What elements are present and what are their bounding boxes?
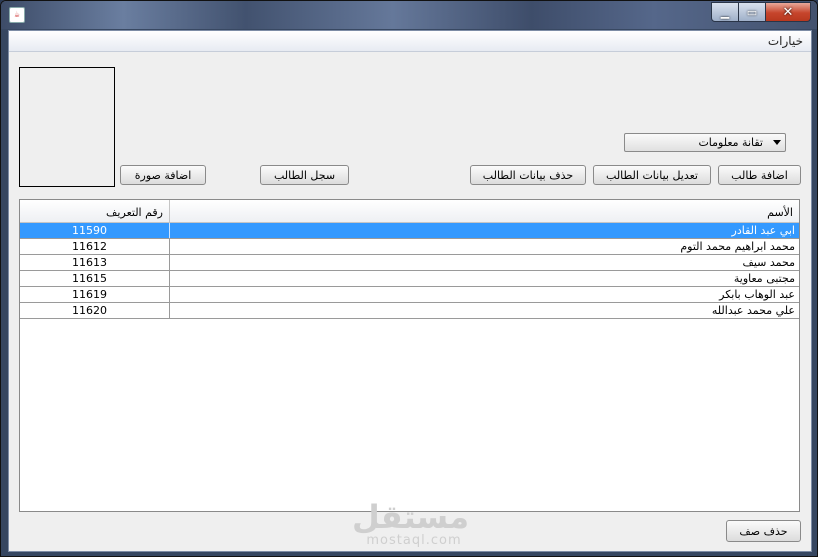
edit-student-button[interactable]: تعديل بيانات الطالب: [593, 165, 711, 185]
app-window: ☕ ▁ ▭ ✕ خيارات اضافة صورة سجل الطالب حذف…: [0, 0, 818, 557]
column-header-id[interactable]: رقم التعريف: [20, 200, 170, 222]
department-select[interactable]: تقانة معلومات: [624, 133, 786, 152]
window-controls: ▁ ▭ ✕: [711, 2, 811, 22]
cell-name[interactable]: علي محمد عبدالله: [170, 303, 799, 318]
students-table: رقم التعريف الأسم 11590 ابي عبد القادر 1…: [19, 199, 800, 512]
cell-id[interactable]: 11615: [20, 271, 170, 286]
menu-options[interactable]: خيارات: [760, 31, 811, 51]
cell-name[interactable]: محمد ابراهيم محمد التوم: [170, 239, 799, 254]
cell-name[interactable]: محمد سيف: [170, 255, 799, 270]
add-student-button[interactable]: اضافة طالب: [718, 165, 801, 185]
cell-id[interactable]: 11590: [20, 223, 170, 238]
table-row[interactable]: 11619 عبد الوهاب بابكر: [20, 287, 799, 303]
delete-row-button[interactable]: حذف صف: [726, 520, 801, 542]
maximize-button[interactable]: ▭: [738, 2, 766, 22]
table-row[interactable]: 11615 مجتبى معاوية: [20, 271, 799, 287]
table-row[interactable]: 11612 محمد ابراهيم محمد التوم: [20, 239, 799, 255]
title-bar[interactable]: ☕ ▁ ▭ ✕: [1, 1, 817, 29]
menu-bar: خيارات: [9, 31, 811, 52]
table-header: رقم التعريف الأسم: [20, 200, 799, 223]
delete-student-button[interactable]: حذف بيانات الطالب: [470, 165, 586, 185]
cell-id[interactable]: 11613: [20, 255, 170, 270]
client-area: خيارات اضافة صورة سجل الطالب حذف بيانات …: [8, 30, 812, 552]
cell-id[interactable]: 11612: [20, 239, 170, 254]
table-row[interactable]: 11620 علي محمد عبدالله: [20, 303, 799, 319]
table-row[interactable]: 11590 ابي عبد القادر: [20, 223, 799, 239]
minimize-button[interactable]: ▁: [711, 2, 739, 22]
department-selected-value: تقانة معلومات: [698, 136, 763, 149]
table-row[interactable]: 11613 محمد سيف: [20, 255, 799, 271]
cell-id[interactable]: 11620: [20, 303, 170, 318]
cell-name[interactable]: مجتبى معاوية: [170, 271, 799, 286]
table-body: 11590 ابي عبد القادر 11612 محمد ابراهيم …: [20, 223, 799, 319]
student-record-button[interactable]: سجل الطالب: [260, 165, 349, 185]
java-cup-icon[interactable]: ☕: [9, 7, 25, 23]
chevron-down-icon[interactable]: [773, 140, 781, 145]
column-header-name[interactable]: الأسم: [170, 200, 799, 222]
cell-id[interactable]: 11619: [20, 287, 170, 302]
student-photo: [19, 67, 115, 187]
add-photo-button[interactable]: اضافة صورة: [120, 165, 206, 185]
watermark-latin: mostaql.com: [366, 533, 462, 548]
close-button[interactable]: ✕: [765, 2, 811, 22]
cell-name[interactable]: ابي عبد القادر: [170, 223, 799, 238]
cell-name[interactable]: عبد الوهاب بابكر: [170, 287, 799, 302]
